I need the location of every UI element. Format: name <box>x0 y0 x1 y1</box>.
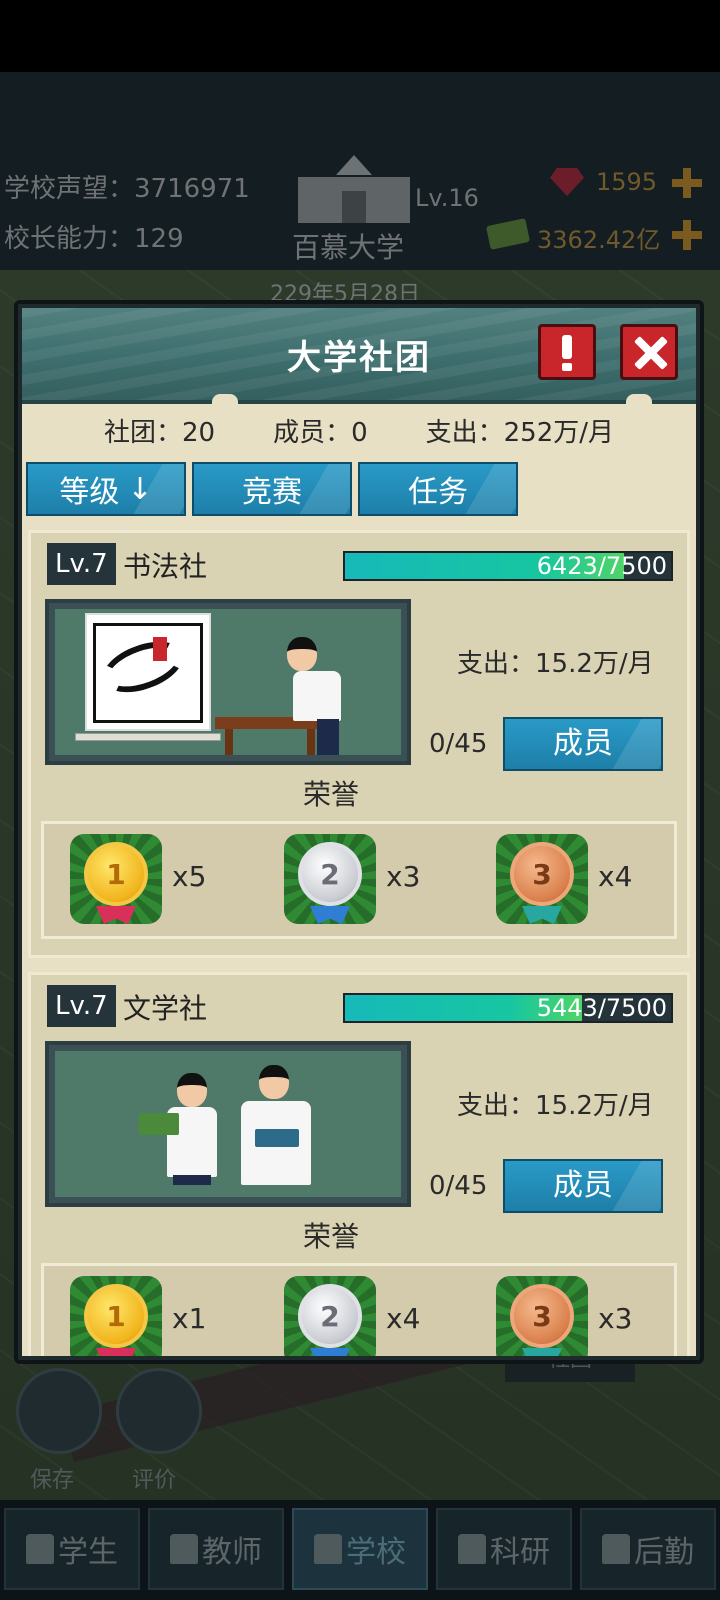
honor-label: 荣誉 <box>302 778 359 811</box>
nav-tab-label: 科研 <box>490 1535 550 1570</box>
student-figure <box>177 1073 207 1107</box>
header-tab-notch <box>626 394 652 408</box>
money-amount: 3362.42亿 <box>537 226 661 254</box>
medal-count: x3 <box>386 860 421 893</box>
medal-count: x4 <box>386 1302 421 1335</box>
arrow-down-icon: ↓ <box>127 471 153 507</box>
clipboard-icon <box>602 1534 630 1564</box>
save-button[interactable] <box>16 1368 102 1454</box>
club-list[interactable]: Lv.7 书法社 6423/7500 支出：15.2万/月 0/45 成员 荣誉… <box>22 530 696 1356</box>
student-icon <box>26 1534 54 1564</box>
club-member-count: 0/45 <box>429 729 488 759</box>
medals-panel: 1 x1 2 x4 3 x3 <box>41 1263 677 1356</box>
screen: 学校声望：3716971 校长能力：129 Lv.16 百慕大学 229年5月2… <box>0 0 720 1600</box>
student-figure <box>287 637 317 671</box>
school-name: 百慕大学 <box>292 231 405 264</box>
club-level-badge: Lv.7 <box>47 985 116 1027</box>
club-member-count: 0/45 <box>429 1171 488 1201</box>
info-button[interactable] <box>538 324 596 380</box>
rate-button[interactable] <box>116 1368 202 1454</box>
principal-ability: 校长能力：129 <box>4 224 184 254</box>
bronze-medal-icon: 3 <box>496 834 588 924</box>
gold-medal-icon: 1 <box>70 834 162 924</box>
nav-tab-label: 后勤 <box>634 1535 694 1570</box>
club-xp-bar: 5443/7500 <box>343 993 673 1023</box>
gem-count: 1595 <box>596 168 658 196</box>
silver-medal-icon: 2 <box>284 1276 376 1356</box>
gold-medal-icon: 1 <box>70 1276 162 1356</box>
calligraphy-scroll <box>85 613 211 731</box>
medal-count: x1 <box>172 1302 207 1335</box>
bottom-nav: 学生 教师 学校 科研 后勤 <box>0 1500 720 1600</box>
expense-total: 支出：252万/月 <box>425 418 615 448</box>
club-expense: 支出：15.2万/月 <box>457 649 654 679</box>
exclamation-icon <box>562 335 572 371</box>
club-level-badge: Lv.7 <box>47 543 116 585</box>
sort-by-level-button[interactable]: 等级 ↓ <box>26 462 186 516</box>
calligraphy-club-image <box>45 599 411 765</box>
school-level: Lv.16 <box>415 184 479 212</box>
medals-panel: 1 x5 2 x3 3 x4 <box>41 821 677 939</box>
clubs-dialog-body: 大学社团 社团：20 成员：0 支出：252万/月 等级 ↓ 竞赛 任务 Lv.… <box>22 308 696 1356</box>
club-card: Lv.7 书法社 6423/7500 支出：15.2万/月 0/45 成员 荣誉… <box>28 530 690 958</box>
clubs-dialog: 大学社团 社团：20 成员：0 支出：252万/月 等级 ↓ 竞赛 任务 Lv.… <box>14 300 704 1364</box>
nav-tab-logistics[interactable]: 后勤 <box>580 1508 716 1590</box>
nav-tab-label: 学生 <box>58 1535 118 1570</box>
club-xp-text: 6423/7500 <box>536 552 667 580</box>
club-total: 社团：20 <box>103 418 216 448</box>
bronze-medal-icon: 3 <box>496 1276 588 1356</box>
filter-label: 竞赛 <box>242 475 302 510</box>
medal-count: x5 <box>172 860 207 893</box>
tasks-button[interactable]: 任务 <box>358 462 518 516</box>
club-stats: 社团：20 成员：0 支出：252万/月 <box>22 412 696 452</box>
flask-icon <box>458 1534 486 1564</box>
literature-club-image <box>45 1041 411 1207</box>
club-xp-bar: 6423/7500 <box>343 551 673 581</box>
school-building-icon <box>298 155 410 225</box>
add-money-icon[interactable] <box>672 220 702 250</box>
nav-tab-students[interactable]: 学生 <box>4 1508 140 1590</box>
filter-label: 任务 <box>408 475 468 510</box>
club-expense: 支出：15.2万/月 <box>457 1091 654 1121</box>
nav-tab-school[interactable]: 学校 <box>292 1508 428 1590</box>
dialog-header: 大学社团 <box>22 308 696 404</box>
club-xp-text: 5443/7500 <box>536 994 667 1022</box>
filter-label: 等级 <box>59 475 120 510</box>
competition-button[interactable]: 竞赛 <box>192 462 352 516</box>
teacher-icon <box>170 1534 198 1564</box>
medal-count: x4 <box>598 860 633 893</box>
rate-label: 评价 <box>132 1468 177 1493</box>
silver-medal-icon: 2 <box>284 834 376 924</box>
members-button[interactable]: 成员 <box>503 717 663 771</box>
add-gems-icon[interactable] <box>672 168 702 198</box>
club-name: 书法社 <box>123 550 208 583</box>
member-total: 成员：0 <box>273 418 368 448</box>
sort-filter-bar: 等级 ↓ 竞赛 任务 <box>26 462 518 518</box>
club-name: 文学社 <box>123 992 208 1025</box>
nav-tab-teachers[interactable]: 教师 <box>148 1508 284 1590</box>
nav-tab-label: 教师 <box>202 1535 262 1570</box>
school-reputation: 学校声望：3716971 <box>4 174 250 204</box>
student-figure <box>259 1065 289 1099</box>
medal-count: x3 <box>598 1302 633 1335</box>
nav-tab-label: 学校 <box>346 1535 406 1570</box>
club-card: Lv.7 文学社 5443/7500 支出：15.2万/月 0/45 成员 荣誉… <box>28 972 690 1356</box>
header-tab-notch <box>212 394 238 408</box>
save-label: 保存 <box>30 1468 75 1493</box>
nav-tab-research[interactable]: 科研 <box>436 1508 572 1590</box>
book-icon <box>255 1129 299 1147</box>
book-icon <box>139 1113 179 1135</box>
members-button[interactable]: 成员 <box>503 1159 663 1213</box>
school-icon <box>314 1534 342 1564</box>
close-button[interactable] <box>620 324 678 380</box>
honor-label: 荣誉 <box>302 1220 359 1253</box>
